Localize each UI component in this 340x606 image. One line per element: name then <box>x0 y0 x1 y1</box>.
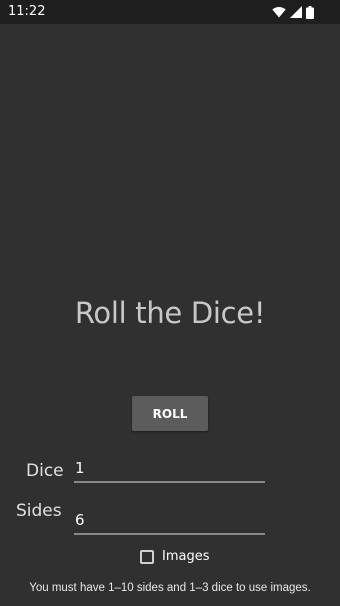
dice-input[interactable]: 1 <box>75 459 85 477</box>
dice-label: Dice <box>26 461 64 481</box>
sides-input-underline <box>74 533 265 535</box>
page-title: Roll the Dice! <box>74 296 266 330</box>
signal-icon <box>290 6 302 18</box>
status-time: 11:22 <box>8 4 46 19</box>
roll-button[interactable]: ROLL <box>132 396 208 431</box>
battery-icon <box>306 5 314 19</box>
images-checkbox[interactable] <box>140 549 154 564</box>
images-checkbox-label: Images <box>162 549 210 564</box>
hint-text: You must have 1–10 sides and 1–3 dice to… <box>29 582 311 594</box>
sides-label: Sides <box>16 501 62 521</box>
status-icons <box>272 5 314 19</box>
wifi-icon <box>272 6 286 18</box>
sides-input[interactable]: 6 <box>75 511 85 529</box>
dice-input-underline <box>74 481 265 483</box>
status-bar: 11:22 <box>0 0 340 24</box>
images-checkbox-row[interactable]: Images <box>140 549 210 564</box>
